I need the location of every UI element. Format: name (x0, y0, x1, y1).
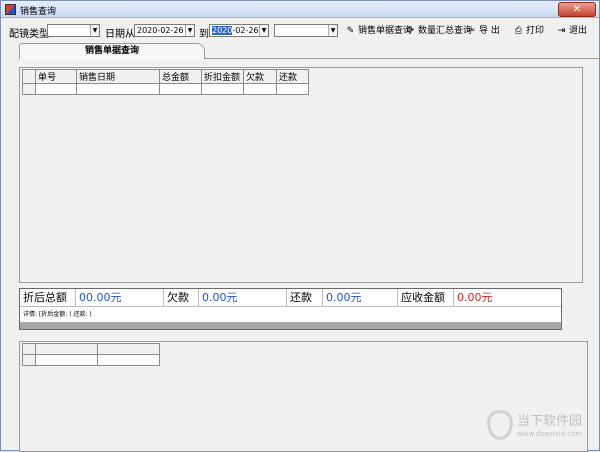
discount-total-label: 折后总额 (20, 289, 76, 307)
table-cell[interactable] (243, 83, 277, 95)
repay-label: 还款 (287, 289, 323, 307)
window-title: 销售查询 (20, 7, 57, 17)
table-row[interactable] (22, 354, 160, 366)
export-icon: ✂ (467, 26, 476, 36)
toolbar: 配镜类型 ▼ 日期从 2020-02-26 ▼ 到 2020-02-26 ▼ ▼… (1, 19, 599, 43)
table-cell[interactable] (97, 354, 160, 366)
date-to-year-selected: 2020 (212, 26, 233, 35)
table-header-row (22, 343, 160, 355)
table-cell[interactable] (76, 83, 160, 95)
type-label: 配镜类型 (9, 29, 49, 40)
discount-total-value: 00.00元 (76, 289, 164, 307)
close-button[interactable]: ✕ (558, 2, 596, 17)
table-cell[interactable] (276, 83, 309, 95)
summary-row: 折后总额 00.00元 欠款 0.00元 还款 0.00元 应收金额 0.00元 (20, 289, 561, 307)
pencil-icon: ✎ (346, 26, 355, 36)
debt-label: 欠款 (164, 289, 199, 307)
print-button[interactable]: ⎙ 打印 (513, 24, 544, 38)
column-header[interactable] (97, 343, 160, 355)
tab-strip: 销售单据查询 (19, 43, 600, 59)
date-to-label: 到 (199, 29, 209, 40)
table-cell[interactable] (35, 354, 98, 366)
date-from-picker[interactable]: 2020-02-26 ▼ (134, 24, 195, 37)
export-label: 导 出 (479, 26, 500, 36)
date-from-value: 2020-02-26 (137, 26, 184, 35)
detail-table (22, 343, 160, 366)
table-cell[interactable] (35, 83, 77, 95)
table-cell[interactable] (201, 83, 244, 95)
column-header[interactable] (35, 343, 98, 355)
column-header[interactable]: 单号 (35, 69, 77, 84)
sales-query-window: 销售查询 ✕ 配镜类型 ▼ 日期从 2020-02-26 ▼ 到 2020-02… (0, 0, 600, 452)
export-button[interactable]: ✂ 导 出 (466, 24, 500, 38)
receivable-value: 0.00元 (457, 291, 493, 304)
date-to-rest: -02-26 (232, 26, 259, 35)
chevron-down-icon: ▼ (259, 25, 268, 36)
chevron-down-icon: ▼ (90, 25, 99, 36)
table-header-row: 单号 销售日期 总金额 折扣金额 欠款 还款 (22, 69, 309, 84)
column-header (22, 343, 36, 355)
summary-scrollbar[interactable] (20, 322, 561, 329)
chevron-down-icon: ▼ (185, 25, 194, 36)
print-label: 打印 (526, 26, 545, 36)
printer-icon: ⎙ (514, 26, 523, 36)
exit-button[interactable]: ⇥ 退出 (556, 24, 587, 38)
watermark-url: www.downxia.com (517, 430, 583, 438)
type-select[interactable]: ▼ (47, 24, 100, 37)
sales-query-button[interactable]: ✎ 销售单据查询 (345, 24, 412, 38)
tab-sales-query[interactable]: 销售单据查询 (19, 43, 205, 59)
title-bar: 销售查询 ✕ (1, 1, 599, 18)
column-header (22, 69, 36, 84)
app-icon (5, 4, 16, 15)
tab-divider (204, 58, 600, 59)
date-to-picker[interactable]: 2020-02-26 ▼ (209, 24, 269, 37)
column-header[interactable]: 折扣金额 (201, 69, 244, 84)
refresh-icon: ⟳ (406, 26, 415, 36)
qty-summary-button[interactable]: ⟳ 数量汇总查询 (405, 24, 472, 38)
sales-query-label: 销售单据查询 (358, 26, 413, 36)
chevron-down-icon: ▼ (328, 25, 337, 36)
exit-label: 退出 (569, 26, 588, 36)
date-from-label: 日期从 (105, 29, 135, 40)
exit-icon: ⇥ (557, 26, 566, 36)
qty-summary-label: 数量汇总查询 (418, 26, 473, 36)
row-indicator (22, 83, 36, 95)
debt-value: 0.00元 (199, 289, 287, 307)
sales-grid-panel: 单号 销售日期 总金额 折扣金额 欠款 还款 (19, 67, 583, 283)
watermark-text: 当下软件园 (517, 414, 583, 429)
repay-value: 0.00元 (323, 289, 398, 307)
watermark-logo-icon (487, 410, 513, 440)
column-header[interactable]: 总金额 (159, 69, 202, 84)
sales-table: 单号 销售日期 总金额 折扣金额 欠款 还款 (22, 69, 309, 95)
table-row[interactable] (22, 83, 309, 95)
column-header[interactable]: 还款 (276, 69, 309, 84)
table-cell[interactable] (159, 83, 202, 95)
extra-select[interactable]: ▼ (274, 24, 338, 37)
watermark: 当下软件园 www.downxia.com (487, 406, 597, 446)
detail-text: 详情: [折后金额: ( 还款: ) (23, 311, 92, 318)
receivable-label: 应收金额 (398, 289, 454, 307)
column-header[interactable]: 欠款 (243, 69, 277, 84)
row-indicator (22, 354, 36, 366)
summary-panel: 折后总额 00.00元 欠款 0.00元 还款 0.00元 应收金额 0.00元… (19, 288, 562, 330)
column-header[interactable]: 销售日期 (76, 69, 160, 84)
